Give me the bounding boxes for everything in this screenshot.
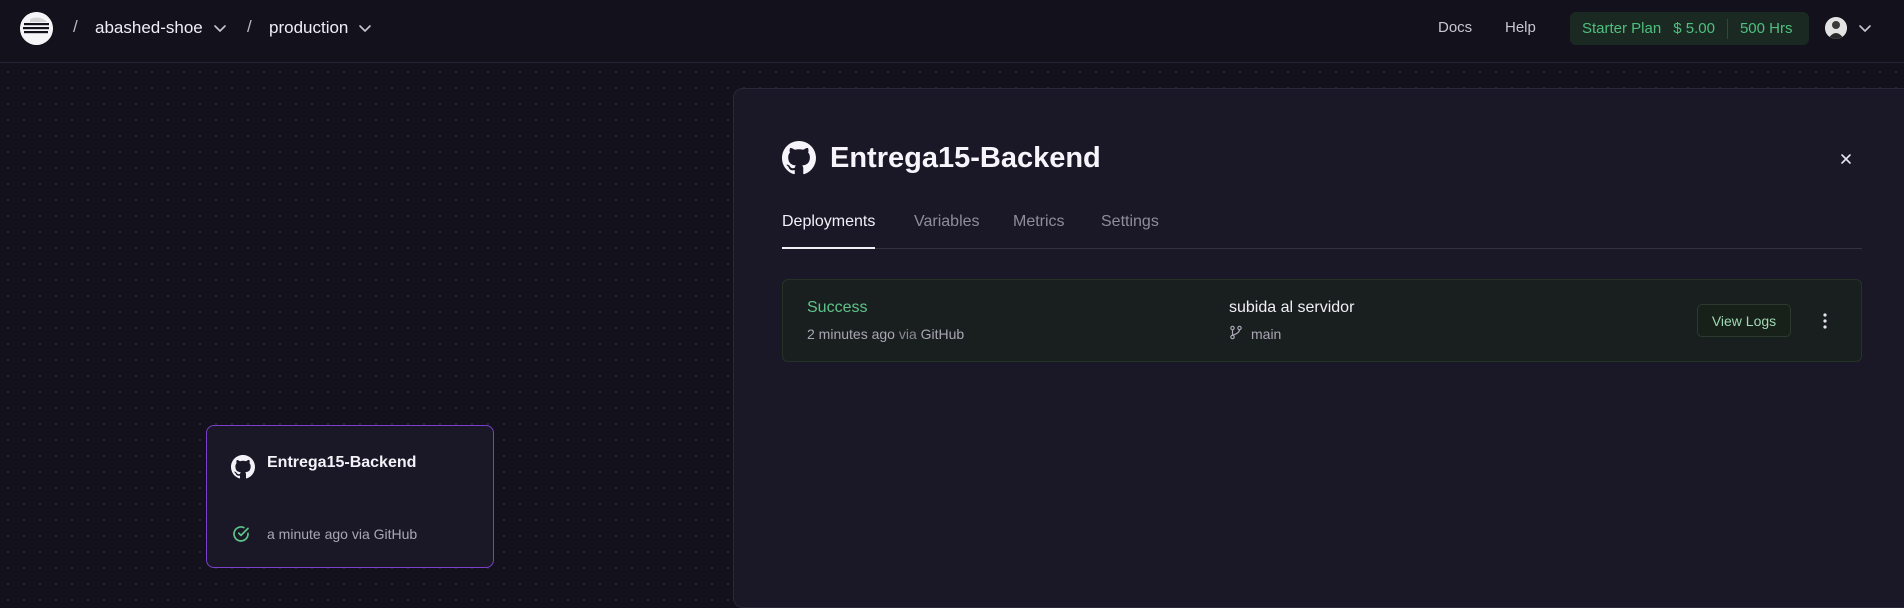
project-selector[interactable]: abashed-shoe bbox=[95, 18, 227, 38]
deployment-status: Success bbox=[807, 299, 868, 316]
deployment-source: GitHub bbox=[920, 326, 965, 342]
chevron-down-icon bbox=[358, 21, 372, 35]
panel-tabs: Deployments Variables Metrics Settings bbox=[782, 213, 1862, 249]
avatar[interactable] bbox=[1825, 17, 1847, 39]
service-title: Entrega15-Backend bbox=[267, 454, 417, 471]
commit-message: subida al servidor bbox=[1229, 299, 1355, 316]
chevron-down-icon[interactable] bbox=[1858, 21, 1872, 40]
deployment-time: 2 minutes ago bbox=[807, 326, 895, 342]
tab-deployments[interactable]: Deployments bbox=[782, 213, 876, 249]
tab-variables[interactable]: Variables bbox=[914, 213, 980, 249]
service-card[interactable]: Entrega15-Backend a minute ago via GitHu… bbox=[206, 425, 494, 568]
branch-name: main bbox=[1251, 326, 1282, 342]
panel-title: Entrega15-Backend bbox=[830, 142, 1101, 174]
environment-name: production bbox=[269, 18, 349, 37]
github-icon bbox=[231, 455, 255, 479]
help-link[interactable]: Help bbox=[1505, 19, 1536, 36]
close-icon[interactable] bbox=[1834, 147, 1858, 171]
top-bar: / abashed-shoe / production Docs Help St… bbox=[0, 0, 1904, 63]
chevron-down-icon bbox=[213, 21, 227, 35]
github-icon bbox=[782, 141, 816, 175]
plan-credit: $ 5.00 bbox=[1673, 20, 1715, 37]
service-status: a minute ago via GitHub bbox=[267, 526, 418, 542]
tab-settings[interactable]: Settings bbox=[1101, 213, 1159, 249]
view-logs-button[interactable]: View Logs bbox=[1697, 304, 1791, 337]
git-branch-icon bbox=[1229, 325, 1243, 343]
deployment-branch: main bbox=[1229, 325, 1281, 343]
more-vertical-icon[interactable] bbox=[1813, 309, 1837, 333]
plan-name: Starter Plan bbox=[1582, 20, 1662, 37]
environment-selector[interactable]: production bbox=[269, 18, 372, 38]
deployment-meta: 2 minutes ago via GitHub bbox=[807, 326, 964, 342]
check-circle-icon bbox=[231, 524, 251, 544]
deployment-via: via bbox=[898, 326, 917, 342]
breadcrumb-separator: / bbox=[247, 17, 252, 36]
plan-badge[interactable]: Starter Plan $ 5.00 500 Hrs bbox=[1570, 12, 1809, 45]
plan-hours: 500 Hrs bbox=[1739, 20, 1793, 37]
service-panel: Entrega15-Backend Deployments Variables … bbox=[733, 88, 1904, 608]
deployment-card[interactable]: Success 2 minutes ago via GitHub subida … bbox=[782, 279, 1862, 362]
docs-link[interactable]: Docs bbox=[1438, 19, 1472, 36]
project-name: abashed-shoe bbox=[95, 18, 203, 37]
breadcrumb-separator: / bbox=[73, 17, 78, 36]
railway-logo-icon[interactable] bbox=[20, 12, 53, 45]
tab-metrics[interactable]: Metrics bbox=[1013, 213, 1065, 249]
